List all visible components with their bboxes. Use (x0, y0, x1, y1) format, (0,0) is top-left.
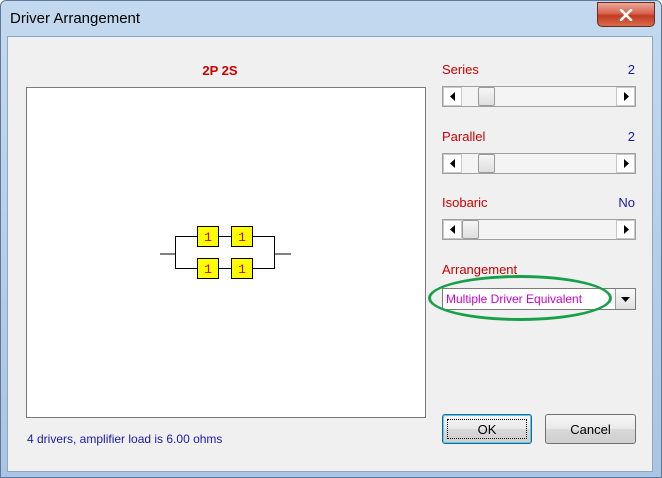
parallel-scrollbar[interactable] (442, 153, 636, 174)
chevron-down-icon (621, 296, 630, 302)
wiring-diagram: 1 1 1 1 (160, 226, 291, 279)
close-button[interactable] (597, 2, 655, 27)
isobaric-scroll-thumb[interactable] (462, 220, 479, 239)
series-scroll-right-button[interactable] (616, 87, 635, 106)
series-scroll-left-button[interactable] (443, 87, 462, 106)
ok-button-label: OK (477, 421, 497, 437)
driver-label: 1 (204, 230, 212, 245)
close-icon (619, 8, 633, 21)
arrow-left-icon (449, 159, 455, 168)
cancel-button[interactable]: Cancel (545, 414, 636, 444)
arrangement-dropdown-button[interactable] (615, 289, 635, 309)
driver-label: 1 (204, 262, 212, 277)
driver-diagram-canvas: 1 1 1 1 (26, 87, 426, 418)
isobaric-label: Isobaric (442, 195, 488, 210)
series-label: Series (442, 62, 479, 77)
series-value: 2 (627, 62, 635, 77)
isobaric-scrollbar[interactable] (442, 219, 636, 240)
arrow-right-icon (623, 225, 629, 234)
ok-button[interactable]: OK (442, 414, 532, 444)
parallel-scroll-left-button[interactable] (443, 154, 462, 173)
arrow-right-icon (623, 92, 629, 101)
wiring-lines (160, 236, 291, 269)
isobaric-value: No (618, 195, 635, 210)
arrow-right-icon (623, 159, 629, 168)
driver-label: 1 (238, 230, 246, 245)
parallel-scroll-right-button[interactable] (616, 154, 635, 173)
series-scroll-thumb[interactable] (478, 87, 495, 106)
window-title: Driver Arrangement (10, 10, 141, 27)
driver-box: 1 (197, 258, 219, 279)
isobaric-scroll-left-button[interactable] (443, 220, 462, 239)
parallel-scroll-thumb[interactable] (478, 154, 495, 173)
series-scrollbar[interactable] (442, 86, 636, 107)
cancel-button-label: Cancel (570, 421, 611, 437)
arrow-left-icon (449, 92, 455, 101)
driver-box: 1 (197, 226, 219, 247)
parallel-value: 2 (627, 129, 635, 144)
arrangement-label: Arrangement (442, 262, 518, 277)
diagram-title: 2P 2S (202, 63, 238, 78)
driver-box: 1 (231, 258, 253, 279)
driver-box: 1 (231, 226, 253, 247)
parallel-label: Parallel (442, 129, 486, 144)
title-bar[interactable]: Driver Arrangement (1, 1, 661, 37)
arrow-left-icon (449, 225, 455, 234)
isobaric-scroll-right-button[interactable] (616, 220, 635, 239)
status-text: 4 drivers, amplifier load is 6.00 ohms (27, 432, 223, 446)
arrangement-dropdown[interactable]: Multiple Driver Equivalent (442, 288, 636, 310)
driver-label: 1 (238, 262, 246, 277)
arrangement-selected-value: Multiple Driver Equivalent (446, 292, 583, 306)
